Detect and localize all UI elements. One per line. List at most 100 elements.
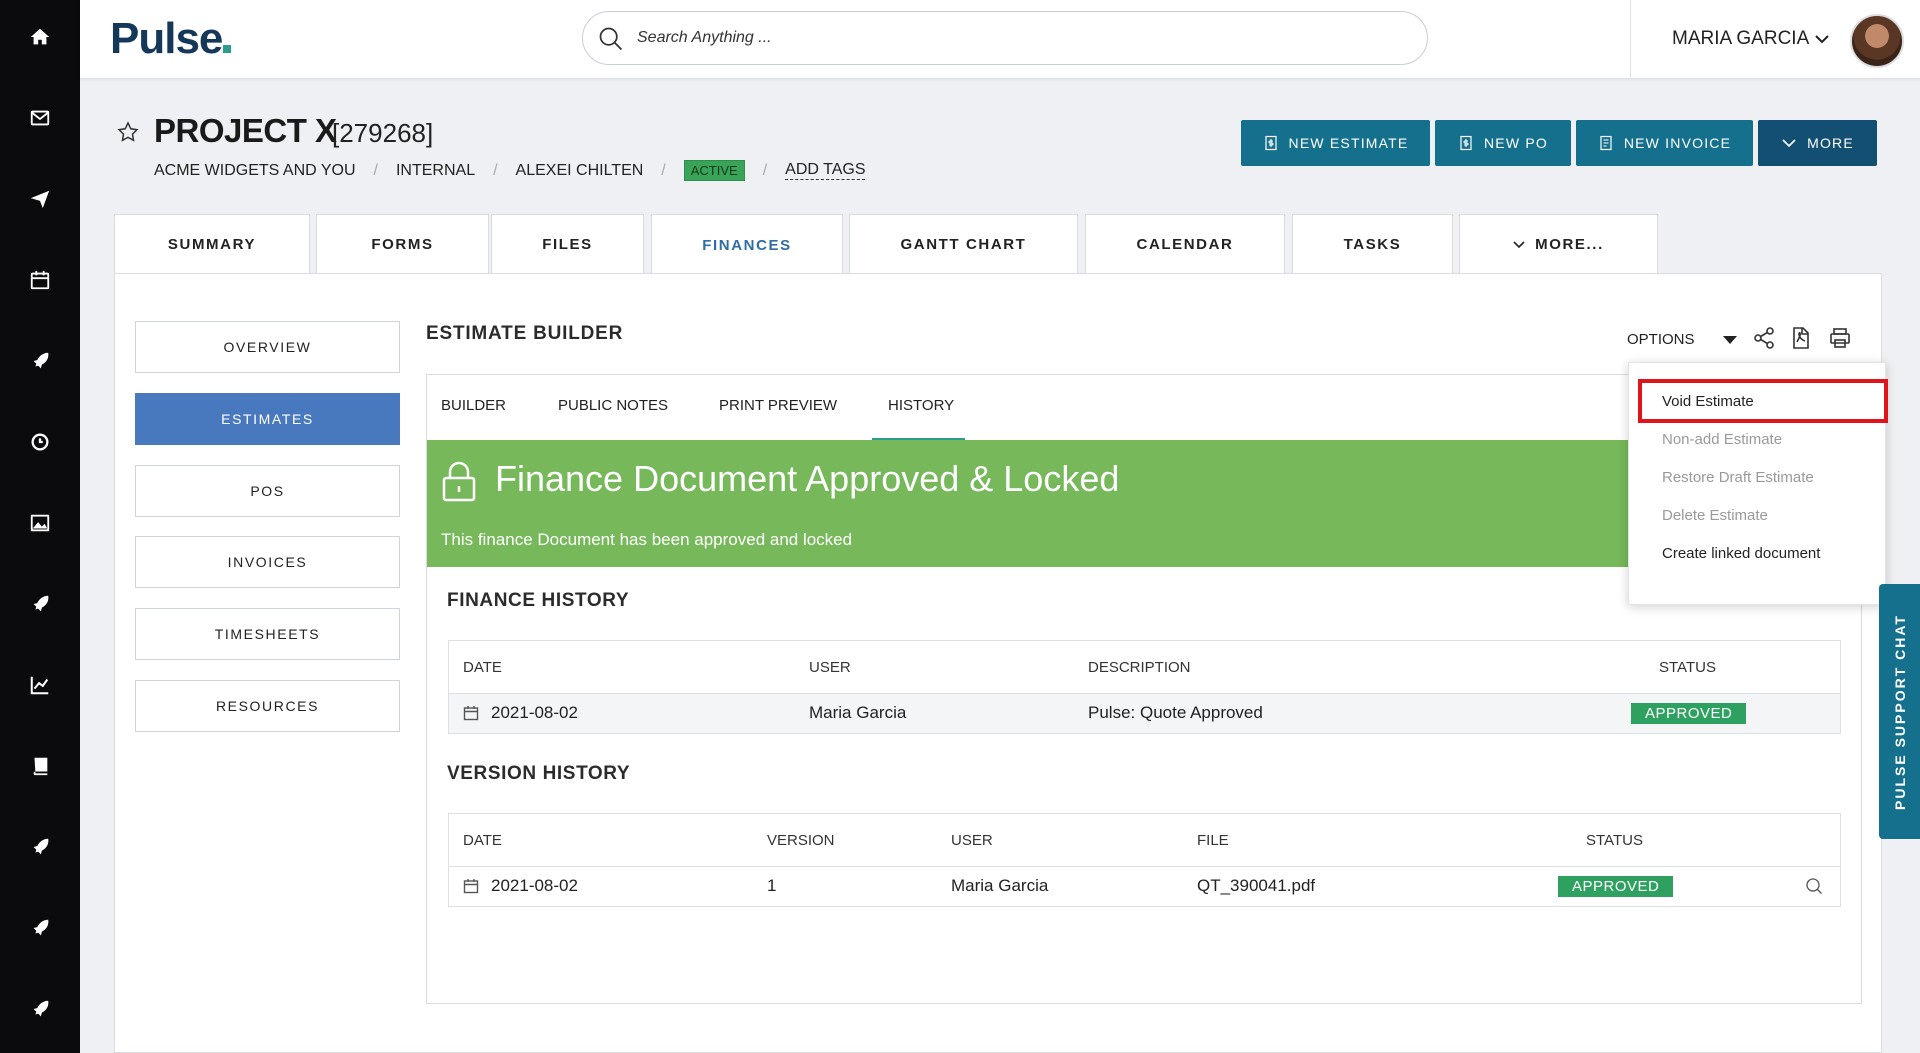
- left-rail: [0, 0, 80, 1053]
- pdf-icon[interactable]: [1788, 326, 1812, 350]
- tab-more[interactable]: MORE...: [1459, 214, 1658, 274]
- rocket-icon[interactable]: [0, 341, 80, 381]
- rocket-icon[interactable]: [0, 827, 80, 867]
- new-estimate-button[interactable]: NEW ESTIMATE: [1241, 120, 1430, 166]
- tab-tasks[interactable]: TASKS: [1292, 214, 1453, 274]
- new-po-button[interactable]: NEW PO: [1435, 120, 1571, 166]
- tab-finances[interactable]: FINANCES: [651, 214, 843, 276]
- rocket-icon[interactable]: [0, 989, 80, 1029]
- avatar[interactable]: [1850, 14, 1904, 68]
- clock-icon[interactable]: [0, 422, 80, 462]
- document-dollar-icon: [1460, 135, 1472, 151]
- rocket-icon[interactable]: [0, 908, 80, 948]
- search-input[interactable]: [637, 22, 1397, 54]
- banner-subtitle: This finance Document has been approved …: [441, 530, 853, 549]
- image-icon[interactable]: [0, 503, 80, 543]
- banner-title: Finance Document Approved & Locked: [495, 458, 1120, 499]
- column-header: FILE: [1197, 831, 1229, 849]
- support-chat-tab[interactable]: PULSE SUPPORT CHAT: [1879, 584, 1920, 839]
- view-search-icon[interactable]: [1805, 866, 1823, 906]
- estimate-builder-title: ESTIMATE BUILDER: [426, 323, 624, 344]
- sidenav-estimates[interactable]: ESTIMATES: [135, 393, 400, 445]
- top-header: Pulse MARIA GARCIA: [80, 0, 1920, 79]
- home-icon[interactable]: [0, 17, 80, 57]
- subtab-public-notes[interactable]: PUBLIC NOTES: [558, 397, 668, 414]
- crumb-separator: /: [373, 161, 378, 179]
- sidenav-timesheets[interactable]: TIMESHEETS: [135, 608, 400, 660]
- column-header: DATE: [463, 658, 502, 676]
- options-menu: Void Estimate Non-add Estimate Restore D…: [1628, 362, 1888, 605]
- tab-summary[interactable]: SUMMARY: [114, 214, 310, 274]
- column-header: VERSION: [767, 831, 835, 849]
- sidenav-invoices[interactable]: INVOICES: [135, 536, 400, 588]
- options-label: OPTIONS: [1627, 331, 1695, 348]
- version-history-title: VERSION HISTORY: [447, 763, 631, 784]
- status-badge: APPROVED: [1558, 875, 1674, 897]
- row-status: APPROVED: [1631, 693, 1747, 733]
- date-value: 2021-08-02: [491, 876, 578, 895]
- calendar-icon: [463, 706, 479, 721]
- tab-gantt-chart[interactable]: GANTT CHART: [849, 214, 1078, 274]
- row-version: 1: [767, 876, 777, 895]
- finance-history-title: FINANCE HISTORY: [447, 590, 630, 611]
- star-icon[interactable]: [116, 120, 140, 144]
- column-header: STATUS: [1659, 658, 1716, 676]
- sidenav-overview[interactable]: OVERVIEW: [135, 321, 400, 373]
- options-dropdown[interactable]: OPTIONS: [1627, 331, 1737, 348]
- column-header: DESCRIPTION: [1088, 658, 1191, 676]
- tab-calendar[interactable]: CALENDAR: [1085, 214, 1285, 274]
- subtab-builder[interactable]: BUILDER: [441, 397, 506, 414]
- rocket-icon[interactable]: [0, 584, 80, 624]
- lock-icon: [442, 461, 476, 502]
- date-value: 2021-08-02: [491, 703, 578, 722]
- search-icon: [599, 27, 623, 51]
- breadcrumb: ACME WIDGETS AND YOU / INTERNAL / ALEXEI…: [154, 160, 866, 181]
- add-tags-link[interactable]: ADD TAGS: [785, 161, 866, 180]
- column-header: STATUS: [1586, 831, 1643, 849]
- chart-icon[interactable]: [0, 665, 80, 705]
- search-bar[interactable]: [582, 11, 1428, 65]
- row-file[interactable]: QT_390041.pdf: [1197, 866, 1315, 906]
- chevron-down-icon: [1782, 139, 1796, 148]
- print-icon[interactable]: [1828, 326, 1852, 350]
- column-header: USER: [951, 831, 993, 849]
- tab-files[interactable]: FILES: [491, 214, 644, 274]
- new-invoice-button[interactable]: NEW INVOICE: [1576, 120, 1753, 166]
- crumb-client[interactable]: ACME WIDGETS AND YOU: [154, 162, 356, 180]
- user-menu[interactable]: MARIA GARCIA: [1672, 28, 1829, 50]
- status-badge: APPROVED: [1631, 702, 1747, 724]
- crumb-separator: /: [762, 161, 768, 179]
- subtab-print-preview[interactable]: PRINT PREVIEW: [719, 397, 837, 414]
- row-user: Maria Garcia: [951, 876, 1049, 895]
- new-estimate-label: NEW ESTIMATE: [1288, 135, 1409, 151]
- status-badge[interactable]: ACTIVE: [683, 160, 745, 181]
- crumb-type[interactable]: INTERNAL: [396, 162, 475, 180]
- crumb-manager[interactable]: ALEXEI CHILTEN: [516, 162, 644, 180]
- menu-item-non-add-estimate: Non-add Estimate: [1662, 431, 1783, 448]
- share-icon[interactable]: [1752, 326, 1776, 350]
- document-dollar-icon: [1264, 135, 1277, 151]
- project-id: [279268]: [332, 118, 434, 148]
- locked-banner: Finance Document Approved & Locked This …: [427, 440, 1827, 567]
- row-date: 2021-08-02: [463, 693, 578, 733]
- calendar-icon[interactable]: [0, 260, 80, 300]
- tab-forms[interactable]: FORMS: [316, 214, 489, 274]
- crumb-separator: /: [661, 161, 666, 179]
- send-icon[interactable]: [0, 179, 80, 219]
- version-history-table: DATE VERSION USER FILE STATUS 2021-08-02…: [448, 813, 1841, 907]
- more-actions-label: MORE: [1807, 135, 1854, 151]
- menu-item-delete-estimate: Delete Estimate: [1662, 507, 1768, 524]
- finance-history-table: DATE USER DESCRIPTION STATUS 2021-08-02 …: [448, 640, 1841, 734]
- book-icon[interactable]: [0, 746, 80, 786]
- menu-item-restore-draft-estimate: Restore Draft Estimate: [1662, 469, 1814, 486]
- sidenav-pos[interactable]: POS: [135, 465, 400, 517]
- pulse-logo[interactable]: Pulse: [110, 14, 232, 64]
- menu-item-create-linked-document[interactable]: Create linked document: [1662, 545, 1820, 562]
- project-title: PROJECT X: [154, 112, 337, 149]
- sidenav-resources[interactable]: RESOURCES: [135, 680, 400, 732]
- more-actions-button[interactable]: MORE: [1758, 120, 1877, 166]
- crumb-separator: /: [493, 161, 498, 179]
- row-date: 2021-08-02: [463, 866, 578, 906]
- mail-icon[interactable]: [0, 98, 80, 138]
- subtab-history[interactable]: HISTORY: [888, 397, 954, 414]
